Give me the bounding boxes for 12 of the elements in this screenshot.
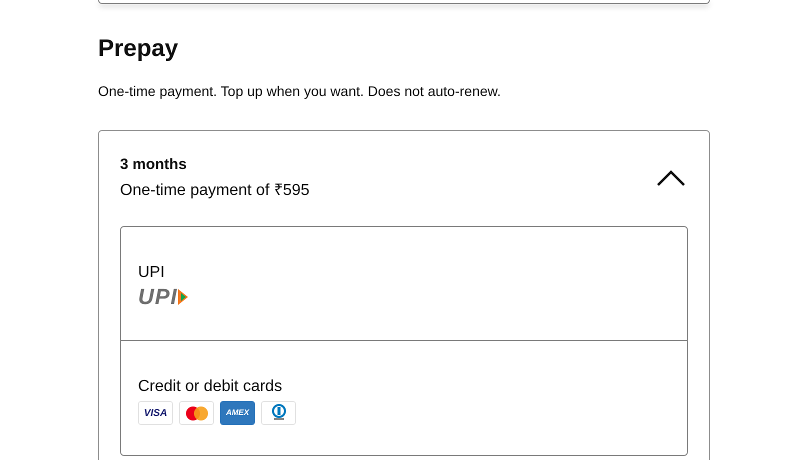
diners-card-icon bbox=[261, 401, 296, 425]
payment-method-label: Credit or debit cards bbox=[138, 377, 284, 397]
section-description: One-time payment. Top up when you want. Does not auto-renew. bbox=[98, 82, 502, 100]
amex-card-icon: AMEX bbox=[220, 401, 255, 425]
visa-card-icon: VISA bbox=[138, 401, 173, 425]
plan-name: 3 months bbox=[120, 155, 188, 175]
payment-method-label: UPI bbox=[138, 263, 166, 283]
chevron-up-icon[interactable] bbox=[656, 169, 686, 187]
upi-logo: UPI bbox=[138, 285, 212, 309]
mastercard-icon bbox=[179, 401, 214, 425]
plan-price: One-time payment of ₹595 bbox=[120, 181, 310, 201]
section-title: Prepay bbox=[98, 34, 180, 64]
